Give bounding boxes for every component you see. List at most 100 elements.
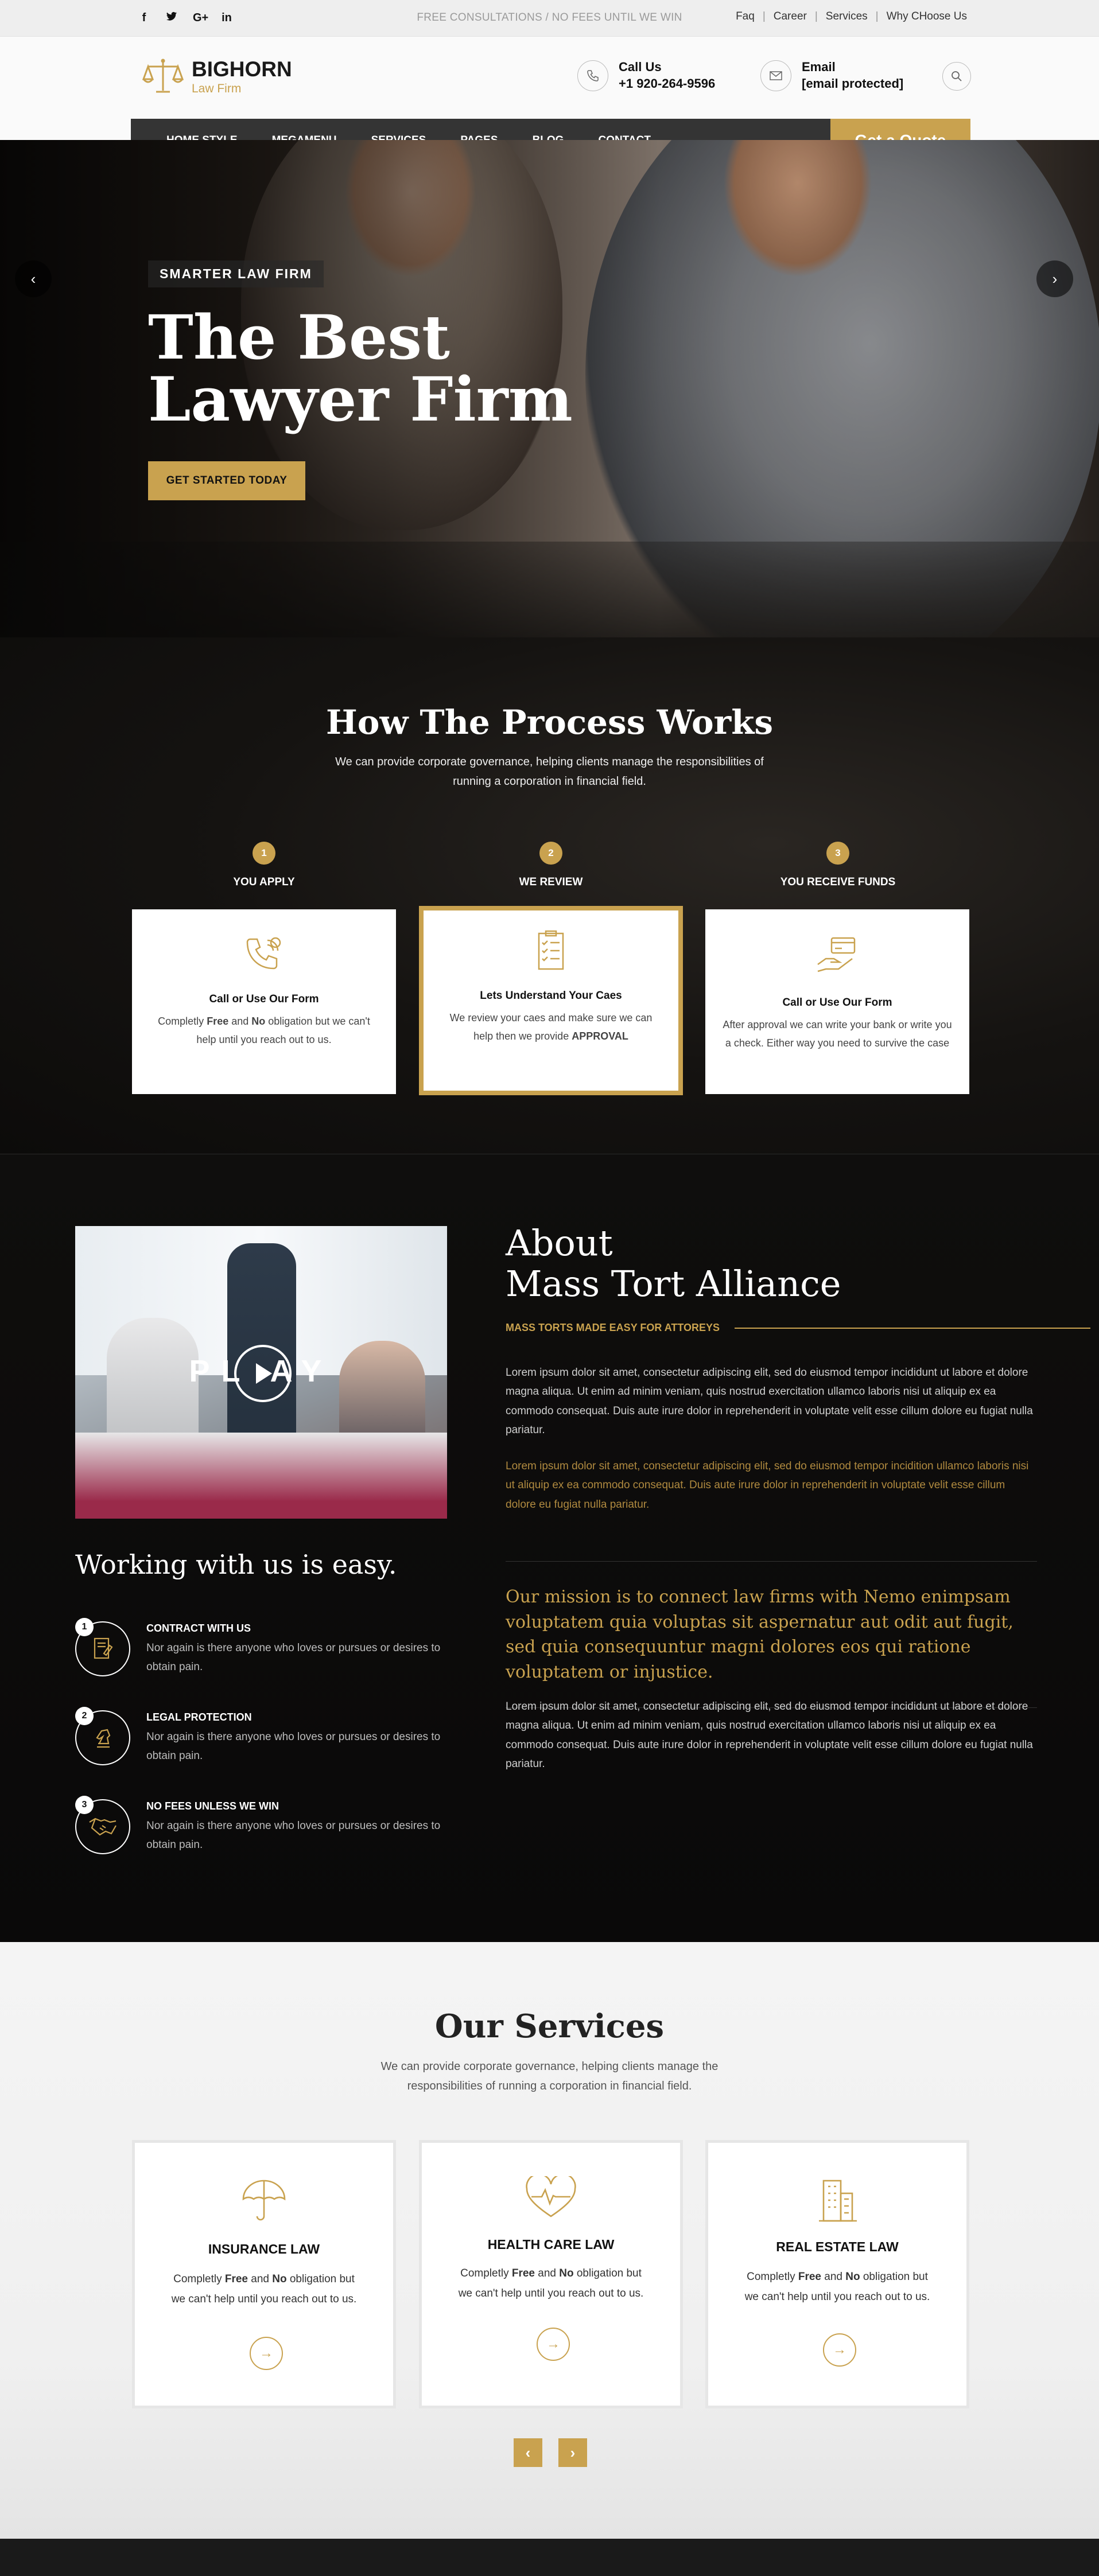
card-text: After approval we can write your bank or…: [723, 1019, 952, 1049]
call-contact[interactable]: Call Us +1 920-264-9596: [577, 60, 715, 91]
phone-call-icon: [246, 937, 281, 970]
work-number: 2: [75, 1707, 94, 1725]
working-title: Working with us is easy.: [75, 1549, 397, 1580]
top-bar: f G+ in FREE CONSULTATIONS / NO FEES UNT…: [0, 0, 1099, 37]
divider: |: [762, 10, 766, 22]
service-card[interactable]: REAL ESTATE LAW Completly Free and No ob…: [705, 2140, 969, 2408]
services-section: Our Services We can provide corporate go…: [0, 1942, 1099, 2539]
step-number: 1: [253, 842, 275, 865]
call-number[interactable]: +1 920-264-9596: [619, 76, 715, 91]
email-contact[interactable]: Email [email protected]: [760, 60, 903, 91]
service-title: REAL ESTATE LAW: [776, 2239, 899, 2254]
process-title: How The Process Works: [325, 703, 774, 742]
service-title: INSURANCE LAW: [208, 2242, 320, 2256]
service-text: Completly Free and No obligation but we …: [744, 2271, 930, 2303]
services-title: Our Services: [434, 2007, 665, 2045]
work-title: CONTRACT WITH US: [146, 1622, 251, 1634]
email-label: Email: [802, 60, 836, 74]
phone-icon: [577, 60, 608, 91]
card-text: Completly Free and No obligation but we …: [158, 1015, 370, 1045]
hero-next-button[interactable]: ›: [1036, 260, 1073, 297]
card-text: We review your caes and make sure we can…: [449, 1012, 653, 1042]
video-thumbnail[interactable]: PL AY: [75, 1226, 447, 1519]
about-subtitle-row: MASS TORTS MADE EASY FOR ATTOREYS: [506, 1322, 1091, 1334]
step-number: 2: [539, 842, 562, 865]
get-started-button[interactable]: GET STARTED TODAY: [148, 461, 305, 500]
arrow-right-icon: →: [259, 2345, 273, 2361]
process-section: How The Process Works We can provide cor…: [0, 637, 1099, 1154]
photo-table: [75, 1433, 447, 1519]
service-card[interactable]: INSURANCE LAW Completly Free and No obli…: [132, 2140, 396, 2408]
link-career[interactable]: Career: [774, 10, 807, 23]
mission-statement: Our mission is to connect law firms with…: [506, 1561, 1037, 1708]
about-title-line: Mass Tort Alliance: [506, 1263, 841, 1305]
hero-prev-button[interactable]: ‹: [15, 260, 52, 297]
services-next-button[interactable]: ›: [558, 2438, 587, 2467]
service-text: Completly Free and No obligation but we …: [171, 2273, 357, 2306]
arrow-right-icon: →: [833, 2342, 846, 2357]
chevron-left-icon: ‹: [30, 270, 36, 287]
link-why-choose-us[interactable]: Why CHoose Us: [887, 10, 967, 23]
arrow-right-icon: →: [546, 2336, 560, 2352]
hero-tagline: SMARTER LAW FIRM: [148, 260, 324, 287]
divider: |: [814, 10, 818, 22]
process-description: We can provide corporate governance, hel…: [335, 756, 764, 788]
step-label: YOU RECEIVE FUNDS: [780, 876, 896, 888]
card-title: Call or Use Our Form: [209, 993, 319, 1005]
service-text: Completly Free and No obligation but we …: [458, 2267, 644, 2300]
logo[interactable]: BIGHORN Law Firm: [142, 56, 292, 98]
hero-slider: SMARTER LAW FIRM The Best Lawyer Firm GE…: [0, 140, 1099, 637]
step-number: 3: [826, 842, 849, 865]
divider: |: [875, 10, 879, 22]
email-address[interactable]: [email protected]: [802, 76, 903, 91]
search-button[interactable]: [942, 62, 971, 91]
umbrella-icon: [242, 2180, 286, 2221]
process-card-highlighted: Lets Understand Your Caes We review your…: [419, 906, 683, 1095]
work-title: LEGAL PROTECTION: [146, 1711, 252, 1723]
heart-pulse-icon: [526, 2176, 576, 2217]
scale-icon: [142, 59, 184, 93]
chevron-right-icon: ›: [1052, 270, 1058, 287]
work-desc: Nor again is there anyone who loves or p…: [146, 1642, 441, 1674]
about-paragraph-highlight: Lorem ipsum dolor sit amet, consectetur …: [506, 1460, 1029, 1511]
hand-money-icon: [817, 937, 856, 972]
play-button[interactable]: [234, 1345, 292, 1402]
play-icon: [256, 1363, 272, 1384]
process-card: Call or Use Our Form Completly Free and …: [132, 909, 396, 1094]
about-paragraph: Lorem ipsum dolor sit amet, consectetur …: [506, 1701, 1033, 1770]
work-number: 1: [75, 1618, 94, 1636]
card-title: Lets Understand Your Caes: [480, 990, 622, 1002]
search-icon: [952, 71, 962, 81]
work-desc: Nor again is there anyone who loves or p…: [146, 1731, 441, 1762]
about-title: About Mass Tort Alliance: [506, 1223, 841, 1305]
buildings-icon: [819, 2180, 857, 2222]
service-arrow-button[interactable]: →: [250, 2337, 283, 2370]
link-services[interactable]: Services: [826, 10, 868, 23]
process-card: Call or Use Our Form After approval we c…: [705, 909, 969, 1094]
step-label: YOU APPLY: [233, 876, 295, 888]
about-section: PL AY Working with us is easy. 1 CONTRAC…: [0, 1154, 1099, 1942]
work-number: 3: [75, 1796, 94, 1814]
footer-strip: [0, 2539, 1099, 2576]
services-description: We can provide corporate governance, hel…: [380, 2060, 719, 2092]
logo-subtitle: Law Firm: [192, 81, 242, 95]
about-paragraph: Lorem ipsum dolor sit amet, consectetur …: [506, 1367, 1033, 1436]
service-card[interactable]: HEALTH CARE LAW Completly Free and No ob…: [419, 2140, 683, 2408]
work-title: NO FEES UNLESS WE WIN: [146, 1800, 279, 1812]
chevron-right-icon: ›: [570, 2443, 576, 2461]
checklist-icon: [538, 930, 564, 970]
services-prev-button[interactable]: ‹: [514, 2438, 542, 2467]
logo-name: BIGHORN: [192, 57, 292, 81]
hero-title: The Best Lawyer Firm: [148, 301, 573, 435]
step-label: WE REVIEW: [519, 876, 583, 888]
work-desc: Nor again is there anyone who loves or p…: [146, 1820, 441, 1851]
envelope-icon: [760, 60, 791, 91]
about-subtitle: MASS TORTS MADE EASY FOR ATTOREYS: [506, 1322, 720, 1333]
service-arrow-button[interactable]: →: [823, 2333, 856, 2367]
link-faq[interactable]: Faq: [736, 10, 755, 23]
card-title: Call or Use Our Form: [782, 997, 892, 1009]
service-title: HEALTH CARE LAW: [487, 2237, 615, 2252]
service-arrow-button[interactable]: →: [537, 2328, 570, 2361]
call-label: Call Us: [619, 60, 662, 74]
divider: [735, 1327, 1091, 1329]
